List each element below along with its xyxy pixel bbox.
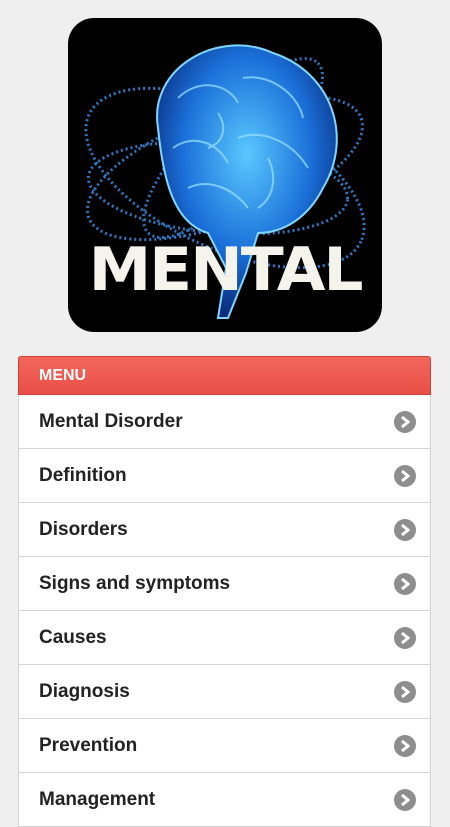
menu-item-label: Diagnosis: [39, 680, 130, 702]
chevron-right-icon: [394, 680, 416, 703]
menu-item-management[interactable]: Management: [18, 773, 431, 827]
menu-panel: MENU Mental Disorder Definition Disorder…: [18, 356, 431, 827]
app-logo: MENTAL: [68, 18, 382, 332]
chevron-right-icon: [394, 734, 416, 757]
menu-header: MENU: [18, 356, 431, 395]
menu-item-label: Prevention: [39, 734, 138, 756]
menu-item-signs-and-symptoms[interactable]: Signs and symptoms: [18, 557, 431, 611]
menu-item-label: Mental Disorder: [39, 410, 183, 432]
menu-item-causes[interactable]: Causes: [18, 611, 431, 665]
menu-item-label: Signs and symptoms: [39, 572, 231, 594]
menu-item-mental-disorder[interactable]: Mental Disorder: [18, 395, 431, 449]
chevron-right-icon: [394, 464, 416, 487]
chevron-right-icon: [394, 572, 416, 595]
menu-item-label: Disorders: [39, 518, 128, 540]
chevron-right-icon: [394, 626, 416, 649]
menu-item-prevention[interactable]: Prevention: [18, 719, 431, 773]
menu-item-label: Causes: [39, 626, 107, 648]
chevron-right-icon: [394, 518, 416, 541]
logo-text: MENTAL: [88, 235, 364, 305]
menu-item-disorders[interactable]: Disorders: [18, 503, 431, 557]
chevron-right-icon: [394, 410, 416, 433]
menu-item-diagnosis[interactable]: Diagnosis: [18, 665, 431, 719]
menu-item-definition[interactable]: Definition: [18, 449, 431, 503]
menu-item-label: Definition: [39, 464, 127, 486]
